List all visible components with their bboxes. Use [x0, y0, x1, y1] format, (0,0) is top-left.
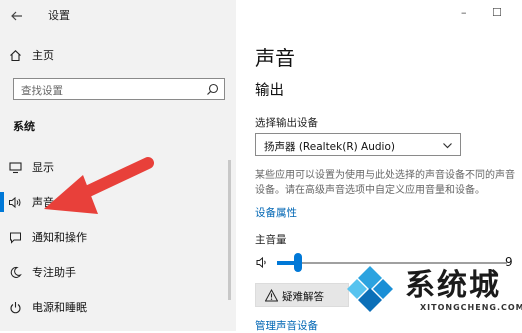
search-placeholder: 查找设置	[21, 85, 63, 97]
sidebar-item-label: 通知和操作	[32, 231, 87, 244]
output-heading: 输出	[255, 83, 284, 99]
sidebar-item-notifications[interactable]: 通知和操作	[8, 226, 87, 248]
sidebar: 设置 主页 查找设置 系统 显示 声音 通知和操作 专注助手 电源和睡眠	[0, 0, 236, 331]
device-properties-link[interactable]: 设备属性	[255, 205, 297, 220]
notification-icon	[8, 230, 22, 244]
master-volume-label: 主音量	[255, 234, 287, 246]
volume-speaker-icon[interactable]	[256, 256, 269, 269]
sidebar-item-label: 电源和睡眠	[32, 301, 87, 314]
minimize-button[interactable]: –	[461, 6, 467, 19]
back-arrow-icon[interactable]	[8, 7, 26, 25]
output-description: 某些应用可以设置为使用与此处选择的声音设备不同的声音设备。请在高级声音选项中自定…	[255, 170, 515, 196]
power-icon	[8, 300, 22, 314]
output-device-value: 扬声器 (Realtek(R) Audio)	[264, 141, 395, 153]
sidebar-item-focus-assist[interactable]: 专注助手	[8, 261, 76, 283]
display-icon	[8, 160, 22, 174]
watermark-url: XITONGCHENG.COM	[420, 303, 522, 312]
search-icon[interactable]	[206, 83, 219, 96]
window-title: 设置	[48, 9, 70, 22]
sidebar-item-display[interactable]: 显示	[8, 156, 54, 178]
maximize-button[interactable]: ☐	[492, 6, 502, 19]
watermark-brand: 系统城	[405, 268, 501, 303]
sidebar-item-power[interactable]: 电源和睡眠	[8, 296, 87, 318]
sidebar-item-label: 显示	[32, 161, 54, 174]
choose-output-label: 选择输出设备	[255, 117, 318, 129]
active-indicator	[0, 192, 4, 212]
sidebar-item-sound[interactable]: 声音	[8, 191, 54, 213]
sidebar-item-label: 声音	[32, 196, 54, 209]
troubleshoot-label: 疑难解答	[282, 291, 324, 303]
sidebar-scrollbar[interactable]	[228, 160, 231, 300]
moon-icon	[8, 265, 22, 279]
volume-value: 9	[505, 255, 513, 269]
search-input[interactable]: 查找设置	[13, 78, 225, 100]
sidebar-home-label: 主页	[32, 49, 54, 62]
output-device-dropdown[interactable]: 扬声器 (Realtek(R) Audio)	[255, 133, 461, 156]
sidebar-item-label: 专注助手	[32, 266, 76, 279]
page-title: 声音	[255, 46, 295, 70]
section-label-system: 系统	[13, 120, 35, 133]
chevron-down-icon	[443, 143, 452, 149]
troubleshoot-button[interactable]: 疑难解答	[255, 283, 349, 307]
sidebar-item-home[interactable]: 主页	[8, 44, 54, 66]
warning-icon	[265, 289, 278, 302]
xitongcheng-logo-icon	[347, 266, 393, 312]
home-icon	[8, 48, 22, 62]
volume-slider-thumb[interactable]	[293, 253, 302, 272]
speaker-icon	[8, 195, 22, 209]
